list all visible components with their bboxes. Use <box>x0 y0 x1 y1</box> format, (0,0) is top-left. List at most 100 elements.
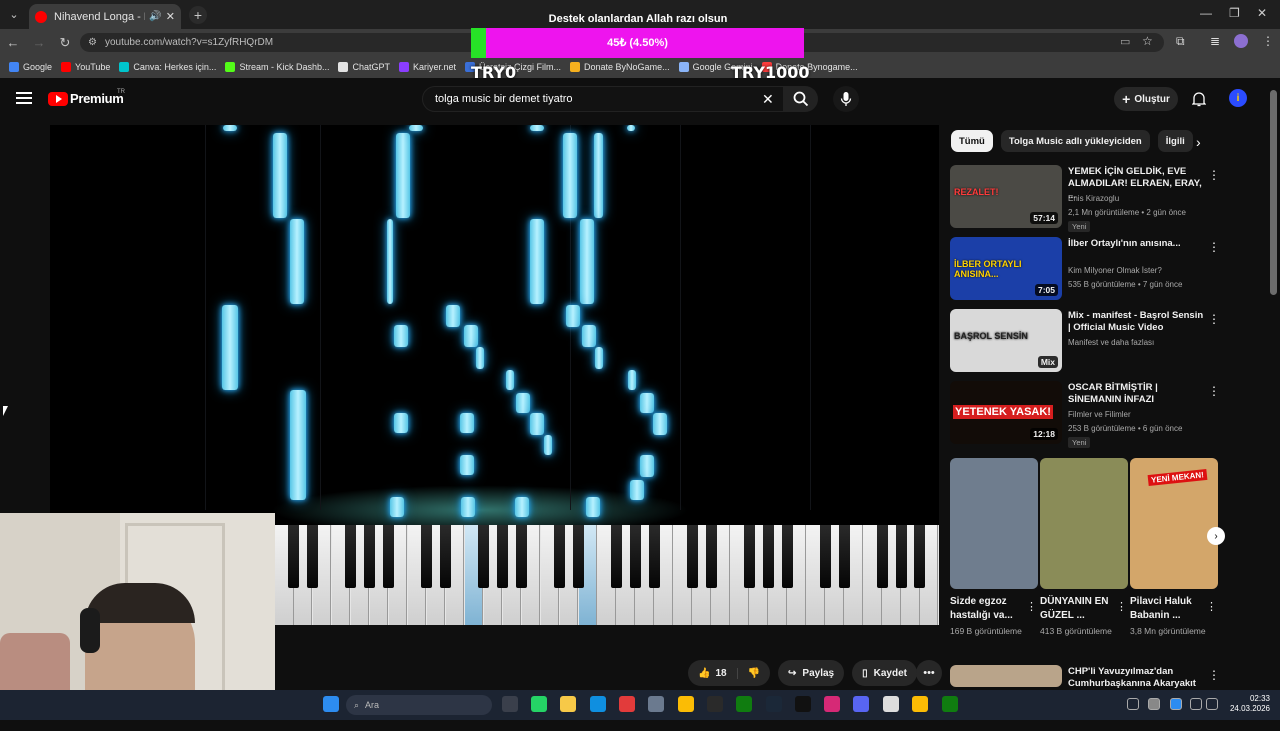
more-options-icon[interactable]: ⋮ <box>1208 384 1220 398</box>
tab-search-dropdown-icon[interactable]: ⌄ <box>3 4 25 26</box>
bookmark-item[interactable]: Donate ByNoGame... <box>570 62 670 72</box>
new-tab-button[interactable]: + <box>189 5 207 24</box>
guide-menu-icon[interactable] <box>16 92 32 104</box>
discord-icon[interactable] <box>853 696 869 712</box>
short-title[interactable]: Pilavci Haluk Babanin ... <box>1130 595 1206 623</box>
install-app-icon[interactable]: ▭ <box>1120 35 1130 48</box>
edge-icon[interactable] <box>590 696 606 712</box>
notifications-button[interactable] <box>1191 91 1207 112</box>
tiktok-icon[interactable] <box>795 696 811 712</box>
search-input[interactable]: tolga music bir demet tiyatro <box>422 86 784 112</box>
network-icon[interactable] <box>1190 698 1202 710</box>
video-title[interactable]: OSCAR BİTMİŞTİR | SİNEMANIN İNFAZI <box>1068 382 1204 406</box>
tray-chevron-icon[interactable] <box>1127 698 1139 710</box>
reload-icon[interactable]: ↻ <box>52 35 78 51</box>
bookmark-item[interactable]: YouTube <box>61 62 110 72</box>
back-icon[interactable]: ← <box>0 35 26 50</box>
steam-icon[interactable] <box>766 696 782 712</box>
filter-chip[interactable]: İlgili <box>1157 130 1193 152</box>
video-title[interactable]: İlber Ortaylı'nın anısına... <box>1068 238 1204 250</box>
xbox-game-bar-icon[interactable] <box>942 696 958 712</box>
volume-icon[interactable] <box>1206 698 1218 710</box>
more-options-icon[interactable]: ⋮ <box>1026 600 1037 613</box>
video-thumbnail[interactable]: İLBER ORTAYLI ANISINA... 7:05 <box>950 237 1062 300</box>
bookmark-item[interactable]: ChatGPT <box>338 62 390 72</box>
site-info-icon[interactable]: ⚙ <box>88 37 97 48</box>
reading-list-icon[interactable]: ≣ <box>1210 34 1220 48</box>
forward-icon[interactable]: → <box>26 35 52 50</box>
bookmark-star-icon[interactable]: ☆ <box>1142 34 1153 48</box>
create-button[interactable]: + Oluştur <box>1114 87 1178 111</box>
more-actions-button[interactable]: ••• <box>916 660 942 686</box>
short-thumbnail[interactable] <box>1040 458 1128 589</box>
video-thumbnail[interactable]: BAŞROL SENSİN Mix <box>950 309 1062 372</box>
dislike-button[interactable]: 👎 <box>738 668 770 679</box>
extensions-icon[interactable]: ⧉ <box>1176 34 1185 49</box>
taskbar-search[interactable]: ⌕ Ara <box>346 695 492 715</box>
page-scrollbar[interactable] <box>1270 90 1277 295</box>
browser-tab[interactable]: Nihavend Longa - Piyano 🔊 ✕ <box>29 4 181 29</box>
short-thumbnail[interactable]: YENİ MEKAN! <box>1130 458 1218 589</box>
youtube-logo-icon[interactable] <box>48 92 68 106</box>
bookmark-item[interactable]: Google <box>9 62 52 72</box>
save-button[interactable]: ▯ Kaydet <box>852 660 917 686</box>
like-button[interactable]: 👍 18 <box>688 667 738 679</box>
minimize-window-icon[interactable]: — <box>1200 6 1212 20</box>
bookmark-item[interactable]: Canva: Herkes için... <box>119 62 216 72</box>
file-explorer-icon[interactable] <box>560 696 576 712</box>
short-title[interactable]: DÜNYANIN EN GÜZEL ... <box>1040 595 1116 623</box>
channel-name[interactable]: Kim Milyoner Olmak İster? <box>1068 266 1162 275</box>
chrome-icon[interactable] <box>912 696 928 712</box>
more-options-icon[interactable]: ⋮ <box>1208 240 1220 254</box>
recommendation-item[interactable]: REZALET! 57:14 YEMEK İÇİN GELDİK, EVE ALMA… <box>950 165 1220 232</box>
account-avatar[interactable]: i <box>1229 89 1247 107</box>
more-options-icon[interactable]: ⋮ <box>1208 168 1220 182</box>
bookmark-item[interactable]: Kariyer.net <box>398 62 456 72</box>
task-view-icon[interactable] <box>502 696 518 712</box>
capcut-icon[interactable] <box>883 696 899 712</box>
recommendation-item[interactable]: İLBER ORTAYLI ANISINA... 7:05 İlber Ortayl… <box>950 237 1220 303</box>
video-title[interactable]: Mix - manifest - Başrol Sensin | Officia… <box>1068 310 1204 334</box>
browser-menu-icon[interactable]: ⋮ <box>1262 34 1274 48</box>
chips-next-icon[interactable]: › <box>1196 134 1201 150</box>
short-title[interactable]: Sizde egzoz hastalığı va... <box>950 595 1026 623</box>
onedrive-icon[interactable] <box>1148 698 1160 710</box>
video-thumbnail[interactable]: REZALET! 57:14 <box>950 165 1062 228</box>
short-item[interactable]: DÜNYANIN EN GÜZEL ... 413 B görüntüleme ⋮ <box>1040 458 1128 637</box>
channel-name[interactable]: Manifest ve daha fazlası <box>1068 338 1154 347</box>
more-options-icon[interactable]: ⋮ <box>1208 668 1220 682</box>
recommendation-item[interactable]: BAŞROL SENSİN Mix Mix - manifest - Başrol … <box>950 309 1220 375</box>
recommendation-item[interactable]: YETENEK YASAK! 12:18 OSCAR BİTMİŞTİR | SİN… <box>950 381 1220 448</box>
taskbar-clock[interactable]: 02:33 24.03.2026 <box>1222 694 1270 714</box>
close-window-icon[interactable]: ✕ <box>1257 6 1267 20</box>
voice-search-button[interactable] <box>833 86 859 112</box>
obs-icon[interactable] <box>619 696 635 712</box>
short-thumbnail[interactable] <box>950 458 1038 589</box>
bookmark-item[interactable]: Stream - Kick Dashb... <box>225 62 329 72</box>
windows-start-icon[interactable] <box>323 696 339 712</box>
tray-app-icon[interactable] <box>1170 698 1182 710</box>
instagram-icon[interactable] <box>824 696 840 712</box>
youtube-premium-logo[interactable]: Premium <box>70 91 124 106</box>
channel-name[interactable]: Enis Kirazoglu <box>1068 194 1119 203</box>
more-options-icon[interactable]: ⋮ <box>1208 312 1220 326</box>
video-thumbnail[interactable] <box>950 665 1062 687</box>
video-thumbnail[interactable]: YETENEK YASAK! 12:18 <box>950 381 1062 444</box>
short-item[interactable]: Sizde egzoz hastalığı va... 169 B görüntü… <box>950 458 1038 637</box>
xbox-icon[interactable] <box>736 696 752 712</box>
maximize-window-icon[interactable]: ❐ <box>1229 6 1240 20</box>
speaker-icon[interactable]: 🔊 <box>149 11 161 22</box>
profile-avatar[interactable] <box>1234 34 1248 48</box>
shorts-next-button[interactable]: › <box>1207 527 1225 545</box>
epic-games-icon[interactable] <box>707 696 723 712</box>
short-item[interactable]: YENİ MEKAN! Pilavci Haluk Babanin ... 3,8 … <box>1130 458 1218 637</box>
calculator-icon[interactable] <box>648 696 664 712</box>
share-button[interactable]: ↪ Paylaş <box>778 660 845 686</box>
chrome-icon[interactable] <box>678 696 694 712</box>
more-options-icon[interactable]: ⋮ <box>1206 600 1217 613</box>
search-button[interactable] <box>784 86 818 112</box>
whatsapp-icon[interactable] <box>531 696 547 712</box>
channel-name[interactable]: Filmler ve Filimler <box>1068 410 1131 419</box>
more-options-icon[interactable]: ⋮ <box>1116 600 1127 613</box>
filter-chip[interactable]: Tolga Music adlı yükleyiciden <box>1000 130 1150 152</box>
